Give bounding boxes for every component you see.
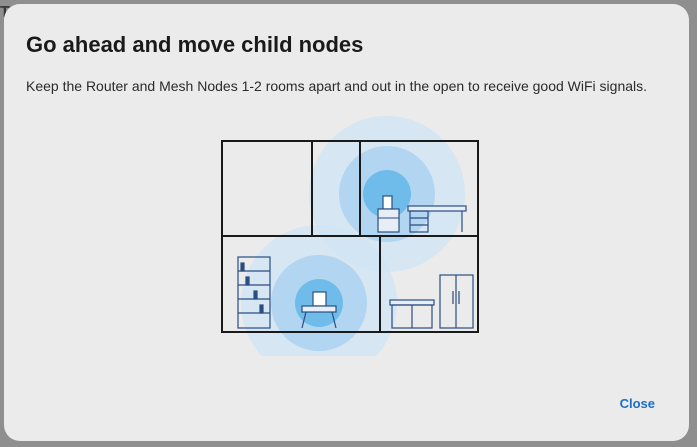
kitchen-counter-icon [389, 299, 435, 329]
close-button[interactable]: Close [620, 394, 655, 413]
house-mesh-illustration-icon [221, 116, 479, 356]
dialog-title: Go ahead and move child nodes [26, 32, 364, 57]
fridge-icon [439, 274, 474, 329]
dialog-description: Keep the Router and Mesh Nodes 1-2 rooms… [26, 78, 648, 94]
dialog: Go ahead and move child nodes Keep the R… [4, 4, 689, 441]
